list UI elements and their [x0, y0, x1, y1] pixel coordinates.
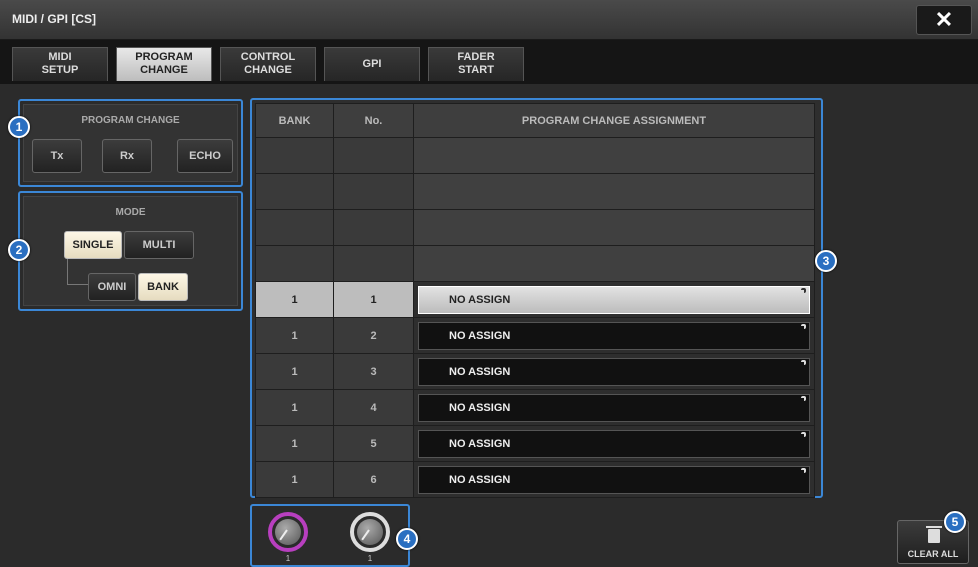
tab-midi-setup[interactable]: MIDI SETUP	[12, 47, 108, 81]
bank-cell: 1	[255, 317, 334, 354]
clear-all-label: CLEAR ALL	[907, 549, 959, 559]
tab-bar: MIDI SETUP PROGRAM CHANGE CONTROL CHANGE…	[0, 40, 978, 84]
number-cell: 1	[333, 281, 414, 318]
multi-button[interactable]: MULTI	[124, 231, 194, 259]
popup-corner-icon	[801, 287, 806, 293]
bank-cell: 1	[255, 281, 334, 318]
assign-button[interactable]: NO ASSIGN	[418, 429, 810, 458]
assign-label: NO ASSIGN	[449, 401, 511, 414]
popup-corner-icon	[801, 431, 806, 437]
assign-button[interactable]: NO ASSIGN	[418, 465, 810, 494]
popup-corner-icon	[801, 359, 806, 365]
table-row[interactable]: 1 4 NO ASSIGN	[255, 389, 815, 426]
title-bar: MIDI / GPI [CS] ✕	[0, 0, 978, 40]
bank-knob[interactable]	[268, 512, 308, 552]
omni-button[interactable]: OMNI	[88, 273, 136, 301]
number-cell: 6	[333, 461, 414, 498]
tab-program-change[interactable]: PROGRAM CHANGE	[116, 47, 212, 81]
bank-cell: 1	[255, 389, 334, 426]
tab-gpi[interactable]: GPI	[324, 47, 420, 81]
program-change-table: BANK No. PROGRAM CHANGE ASSIGNMENT 1 1 N…	[255, 103, 815, 498]
header-no: No.	[333, 103, 414, 138]
assign-label: NO ASSIGN	[449, 437, 511, 450]
rx-button[interactable]: Rx	[102, 139, 152, 173]
trash-icon	[926, 526, 942, 543]
tab-fader-start[interactable]: FADER START	[428, 47, 524, 81]
bank-cell: 1	[255, 425, 334, 462]
number-cell: 3	[333, 353, 414, 390]
close-button[interactable]: ✕	[916, 5, 972, 35]
callout-badge-4: 4	[396, 528, 418, 550]
table-row-empty	[255, 209, 815, 246]
header-bank: BANK	[255, 103, 334, 138]
assign-label: NO ASSIGN	[449, 365, 511, 378]
mode-label: MODE	[115, 207, 146, 218]
program-change-label: PROGRAM CHANGE	[81, 115, 180, 126]
assign-button[interactable]: NO ASSIGN	[418, 285, 810, 314]
header-assignment: PROGRAM CHANGE ASSIGNMENT	[413, 103, 815, 138]
table-row-empty	[255, 173, 815, 210]
number-knob[interactable]	[350, 512, 390, 552]
bank-knob-value: 1	[285, 554, 291, 563]
popup-corner-icon	[801, 323, 806, 329]
echo-button[interactable]: ECHO	[177, 139, 233, 173]
tab-control-change[interactable]: CONTROL CHANGE	[220, 47, 316, 81]
table-row-empty	[255, 137, 815, 174]
number-knob-value: 1	[367, 554, 373, 563]
assign-label: NO ASSIGN	[449, 293, 511, 306]
number-cell: 5	[333, 425, 414, 462]
popup-corner-icon	[801, 395, 806, 401]
table-row[interactable]: 1 1 NO ASSIGN	[255, 281, 815, 318]
bank-cell: 1	[255, 353, 334, 390]
mode-panel: MODE SINGLE MULTI OMNI BANK	[18, 191, 243, 311]
table-row-empty	[255, 245, 815, 282]
tx-button[interactable]: Tx	[32, 139, 82, 173]
callout-badge-1: 1	[8, 116, 30, 138]
program-change-panel: PROGRAM CHANGE Tx Rx ECHO	[18, 99, 243, 187]
table-row[interactable]: 1 6 NO ASSIGN	[255, 461, 815, 498]
table-row[interactable]: 1 2 NO ASSIGN	[255, 317, 815, 354]
assign-button[interactable]: NO ASSIGN	[418, 393, 810, 422]
knob-panel: 1 1	[250, 504, 410, 567]
bank-cell: 1	[255, 461, 334, 498]
callout-badge-2: 2	[8, 239, 30, 261]
assign-label: NO ASSIGN	[449, 329, 511, 342]
callout-badge-5: 5	[944, 511, 966, 533]
close-icon: ✕	[934, 7, 954, 32]
window-title: MIDI / GPI [CS]	[12, 12, 96, 26]
table-header-row: BANK No. PROGRAM CHANGE ASSIGNMENT	[255, 103, 815, 138]
assign-button[interactable]: NO ASSIGN	[418, 321, 810, 350]
content-area: PROGRAM CHANGE Tx Rx ECHO 1 MODE SINGLE …	[0, 84, 978, 567]
popup-corner-icon	[801, 467, 806, 473]
assign-button[interactable]: NO ASSIGN	[418, 357, 810, 386]
callout-badge-3: 3	[815, 250, 837, 272]
number-cell: 4	[333, 389, 414, 426]
single-button[interactable]: SINGLE	[64, 231, 122, 259]
assign-label: NO ASSIGN	[449, 473, 511, 486]
bank-button[interactable]: BANK	[138, 273, 188, 301]
number-cell: 2	[333, 317, 414, 354]
program-change-table-panel: BANK No. PROGRAM CHANGE ASSIGNMENT 1 1 N…	[250, 98, 823, 498]
table-row[interactable]: 1 3 NO ASSIGN	[255, 353, 815, 390]
table-row[interactable]: 1 5 NO ASSIGN	[255, 425, 815, 462]
